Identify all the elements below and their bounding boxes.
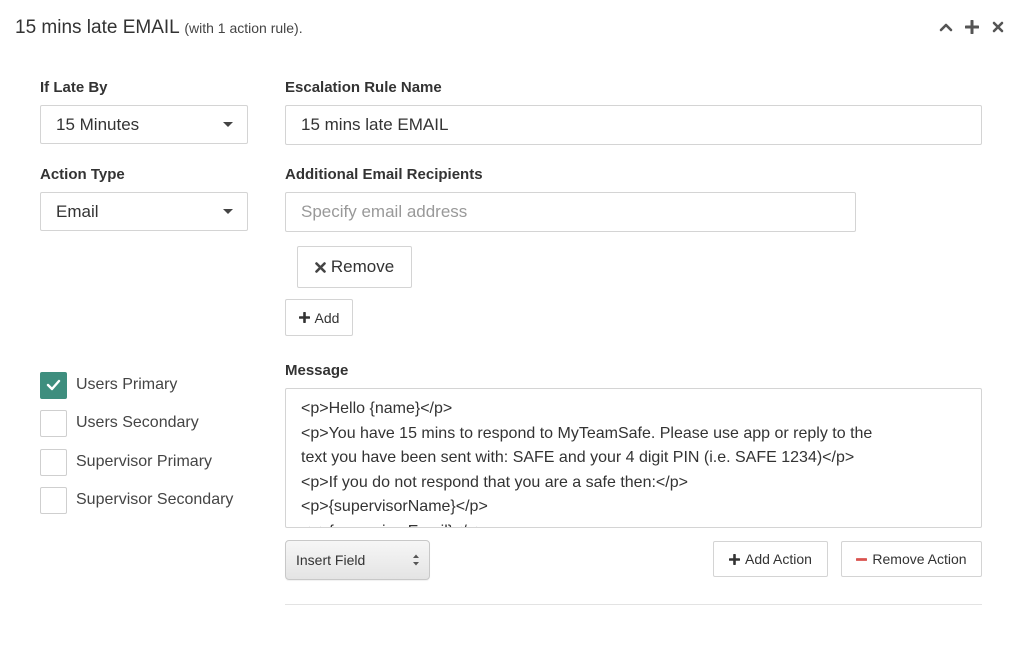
- late-by-label: If Late By: [40, 79, 108, 96]
- action-type-value: Email: [56, 202, 99, 221]
- add-recipient-label: Add: [314, 309, 340, 326]
- supervisor-secondary-label: Supervisor Secondary: [76, 491, 234, 508]
- message-label: Message: [285, 362, 349, 379]
- insert-field-label: Insert Field: [296, 552, 366, 568]
- message-line: <p>{supervisorEmail}</p>: [301, 520, 951, 528]
- checkbox-users-primary[interactable]: [40, 371, 67, 399]
- message-line: <p>Hello {name}</p>: [301, 400, 453, 417]
- rule-title: 15 mins late EMAIL: [15, 17, 180, 38]
- check-icon: [46, 379, 61, 391]
- caret-down-icon: [223, 209, 233, 214]
- late-by-value: 15 Minutes: [56, 115, 140, 134]
- target-supervisor-primary[interactable]: Supervisor Primary: [40, 448, 212, 476]
- target-users-primary[interactable]: Users Primary: [40, 371, 177, 399]
- message-textarea[interactable]: <p>Hello {name}</p> <p>You have 15 mins …: [285, 388, 982, 528]
- target-supervisor-secondary[interactable]: Supervisor Secondary: [40, 486, 233, 514]
- message-line: <p>You have 15 mins to respond to MyTeam…: [301, 424, 873, 442]
- remove-action-button[interactable]: Remove Action: [841, 541, 982, 577]
- panel-tools: [938, 18, 1006, 36]
- action-type-select[interactable]: Email: [40, 192, 248, 231]
- caret-down-icon: [223, 122, 233, 127]
- action-type-label: Action Type: [40, 166, 125, 183]
- late-by-select[interactable]: 15 Minutes: [40, 105, 248, 144]
- minus-icon: [856, 557, 868, 561]
- add-action-label: Add Action: [745, 551, 812, 567]
- rule-name-label: Escalation Rule Name: [285, 79, 442, 96]
- rule-subtitle: (with 1 action rule).: [184, 20, 303, 36]
- panel-title: 15 mins late EMAIL (with 1 action rule).: [15, 17, 303, 39]
- section-divider: [285, 604, 982, 605]
- remove-recipient-button[interactable]: Remove: [297, 246, 412, 288]
- chevron-up-icon[interactable]: [938, 18, 954, 36]
- checkbox-supervisor-secondary[interactable]: [40, 486, 67, 514]
- plus-icon[interactable]: [964, 18, 980, 36]
- checkbox-users-secondary[interactable]: [40, 409, 67, 437]
- email-address-input[interactable]: [285, 192, 856, 232]
- users-secondary-label: Users Secondary: [76, 414, 199, 431]
- add-action-button[interactable]: Add Action: [713, 541, 828, 577]
- message-line: text you have been sent with: SAFE and y…: [301, 449, 855, 466]
- panel-header: 15 mins late EMAIL (with 1 action rule).: [0, 0, 1024, 58]
- message-line: <p>If you do not respond that you are a …: [301, 473, 688, 491]
- checkbox-supervisor-primary[interactable]: [40, 448, 67, 476]
- add-recipient-button[interactable]: Add: [285, 299, 353, 336]
- close-icon[interactable]: [990, 18, 1006, 36]
- users-primary-label: Users Primary: [76, 376, 178, 393]
- target-users-secondary[interactable]: Users Secondary: [40, 409, 199, 437]
- select-arrows-icon: [413, 554, 419, 566]
- remove-recipient-label: Remove: [330, 257, 395, 276]
- message-line: <p>{supervisorName}</p>: [301, 498, 488, 515]
- close-icon: [315, 261, 326, 273]
- plus-icon: [298, 312, 310, 323]
- rule-name-input[interactable]: [285, 105, 982, 145]
- remove-action-label: Remove Action: [872, 551, 967, 567]
- insert-field-select[interactable]: Insert Field: [285, 540, 430, 580]
- recipients-label: Additional Email Recipients: [285, 166, 483, 183]
- plus-icon: [729, 553, 741, 565]
- supervisor-primary-label: Supervisor Primary: [76, 453, 213, 470]
